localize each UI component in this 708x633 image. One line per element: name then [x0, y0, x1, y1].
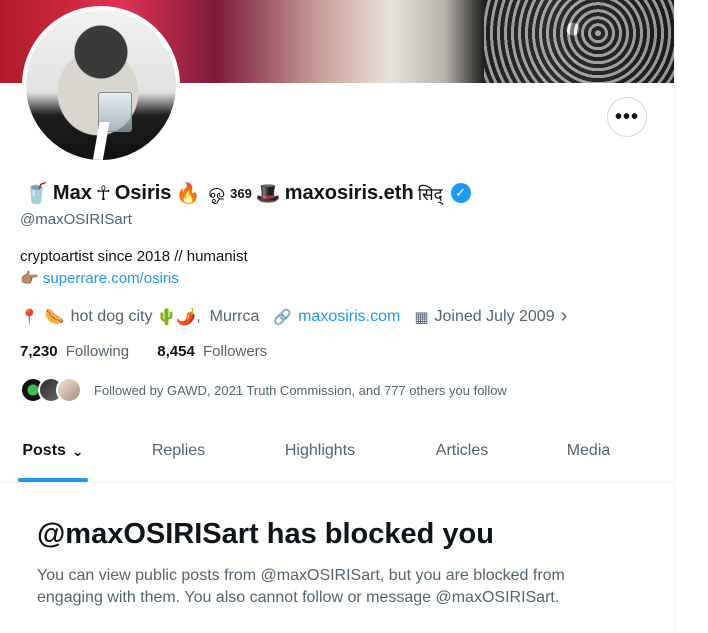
cactus-pepper-icon: 🌵🌶️ [156, 308, 197, 326]
ankh-icon: ☥ [95, 182, 111, 205]
avatar-tie [92, 122, 110, 160]
banner-art [484, 0, 674, 83]
joined-date[interactable]: ▦ Joined July 2009 › [414, 305, 567, 328]
tab-posts[interactable]: Posts ⌄ [0, 420, 106, 482]
name-part-3: maxosiris.eth [284, 181, 414, 204]
profile-avatar[interactable] [22, 6, 180, 164]
tab-replies[interactable]: Replies [106, 420, 251, 482]
tab-label: Replies [151, 442, 206, 459]
website: 🔗 maxosiris.com [273, 308, 400, 326]
profile-tabs: Posts ⌄ Replies Highlights Articles Medi… [0, 420, 674, 483]
bio-link[interactable]: superrare.com/osiris [43, 270, 179, 287]
chevron-down-icon: ⌄ [71, 442, 84, 459]
name-part-1: Max [52, 181, 92, 204]
name-suffix: सिद् [417, 184, 443, 204]
location-pin-icon: 📍 [20, 308, 39, 326]
location: 📍 🌭 hot dog city 🌵🌶️ , Murrca [20, 307, 259, 327]
followed-by[interactable]: Followed by GAWD, 2021 Truth Commission,… [20, 377, 507, 403]
followed-by-text: Followed by GAWD, 2021 Truth Commission,… [94, 382, 507, 398]
chevron-right-icon: › [560, 305, 568, 327]
following-count: 7,230 [20, 343, 58, 360]
blocked-message: You can view public posts from @maxOSIRI… [37, 567, 565, 606]
pointing-hand-icon: 👉🏽 [20, 270, 39, 287]
active-tab-indicator [18, 478, 88, 482]
name-superscript: 369 [230, 185, 252, 201]
bio-line: cryptoartist since 2018 // humanist [20, 248, 248, 265]
profile-meta: 📍 🌭 hot dog city 🌵🌶️ , Murrca 🔗 maxosiri… [20, 305, 581, 328]
joined-text: Joined July 2009 [434, 307, 555, 325]
profile-bio: cryptoartist since 2018 // humanist 👉🏽 s… [20, 246, 248, 290]
tab-media[interactable]: Media [535, 420, 642, 482]
profile-handle: @maxOSIRISart [20, 211, 132, 228]
name-part-2: Osiris [114, 181, 172, 204]
top-hat-icon: 🎩 [255, 182, 281, 205]
location-text: hot dog city [70, 307, 153, 325]
tab-label: Articles [435, 442, 489, 459]
fire-icon: 🔥 [175, 182, 201, 205]
tab-label: Posts [22, 442, 66, 459]
drink-icon: 🥤 [24, 182, 49, 205]
following-link[interactable]: 7,230 Following [20, 343, 133, 360]
follow-stats: 7,230 Following 8,454 Followers [20, 343, 291, 360]
calendar-icon: ▦ [414, 308, 429, 326]
follower-avatar [56, 377, 82, 403]
website-link[interactable]: maxosiris.com [298, 308, 400, 326]
profile-column: ••• 🥤 Max ☥ Osiris 🔥 ஓ 369 🎩 maxosiris.et… [0, 0, 675, 633]
hotdog-icon: 🌭 [44, 308, 65, 326]
verified-badge-icon[interactable]: ✓ [450, 183, 471, 203]
location-suffix: , Murrca [196, 307, 260, 325]
tab-highlights[interactable]: Highlights [251, 420, 389, 482]
more-options-button[interactable]: ••• [607, 97, 647, 137]
blocked-title: @maxOSIRISart has blocked you [37, 518, 494, 550]
link-icon: 🔗 [273, 308, 293, 326]
bio-link-row: 👉🏽 superrare.com/osiris [20, 268, 248, 290]
tab-label: Highlights [284, 442, 356, 459]
followers-link[interactable]: 8,454 Followers [157, 343, 267, 360]
tab-articles[interactable]: Articles [389, 420, 535, 482]
following-label: Following [65, 343, 130, 360]
tab-label: Media [566, 442, 611, 459]
followers-count: 8,454 [157, 343, 195, 360]
display-name: 🥤 Max ☥ Osiris 🔥 ஓ 369 🎩 maxosiris.eth सि… [20, 178, 471, 208]
followers-label: Followers [202, 343, 268, 360]
om-symbol-icon: ஓ [208, 180, 226, 203]
